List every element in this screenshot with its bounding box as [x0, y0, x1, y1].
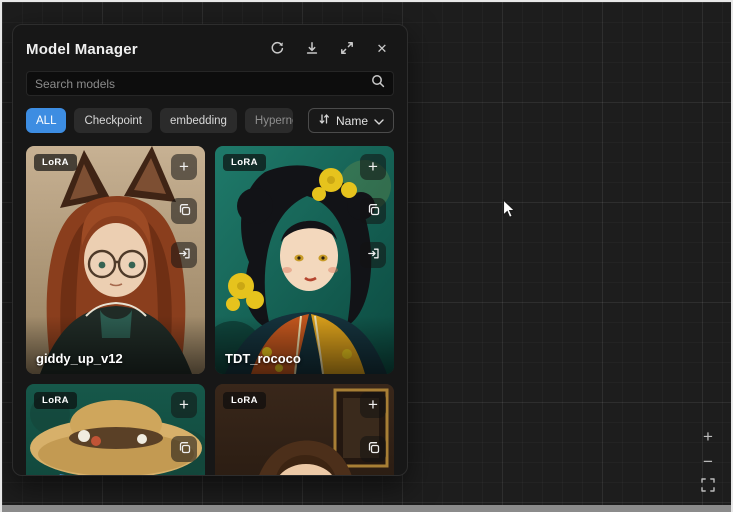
copy-icon	[367, 441, 380, 457]
fit-view-icon	[701, 477, 715, 497]
sort-label: Name	[336, 114, 368, 128]
panel-header: Model Manager ✕	[26, 37, 394, 61]
model-card[interactable]: LoRA +	[215, 384, 394, 476]
load-into-workflow-icon	[367, 247, 380, 263]
model-type-badge: LoRA	[223, 392, 266, 409]
sort-icon	[318, 113, 330, 128]
copy-model-button[interactable]	[360, 198, 386, 224]
close-icon: ✕	[377, 41, 388, 57]
plus-icon: +	[179, 157, 189, 177]
model-type-badge: LoRA	[34, 154, 77, 171]
search-input[interactable]	[35, 77, 371, 91]
copy-icon	[367, 203, 380, 219]
app-window: Model Manager ✕	[0, 0, 733, 512]
canvas-controls: + −	[697, 426, 719, 498]
model-type-badge: LoRA	[223, 154, 266, 171]
expand-button[interactable]	[335, 37, 359, 61]
zoom-out-icon: −	[703, 452, 713, 472]
copy-model-button[interactable]	[171, 436, 197, 462]
add-model-button[interactable]: +	[171, 392, 197, 418]
panel-title: Model Manager	[26, 41, 138, 58]
close-button[interactable]: ✕	[370, 37, 394, 61]
load-into-workflow-icon	[178, 247, 191, 263]
chevron-down-icon	[374, 114, 384, 128]
refresh-button[interactable]	[265, 37, 289, 61]
add-model-button[interactable]: +	[171, 154, 197, 180]
model-card[interactable]: LoRA +	[26, 384, 205, 476]
model-card[interactable]: LoRA + giddy_up_v12	[26, 146, 205, 374]
zoom-out-button[interactable]: −	[697, 451, 719, 473]
add-model-button[interactable]: +	[360, 154, 386, 180]
load-model-button[interactable]	[360, 242, 386, 268]
plus-icon: +	[368, 395, 378, 415]
copy-model-button[interactable]	[171, 198, 197, 224]
model-type-badge: LoRA	[34, 392, 77, 409]
refresh-icon	[270, 41, 284, 58]
download-icon	[305, 41, 319, 58]
search-icon	[371, 74, 385, 93]
model-name: giddy_up_v12	[36, 351, 123, 366]
model-card[interactable]: LoRA + TDT_rococo	[215, 146, 394, 374]
copy-icon	[178, 203, 191, 219]
copy-model-button[interactable]	[360, 436, 386, 462]
zoom-in-icon: +	[703, 427, 713, 447]
panel-header-actions: ✕	[265, 37, 394, 61]
model-card-grid: LoRA + giddy_up_v12	[26, 146, 394, 476]
filter-chip-all[interactable]: ALL	[26, 108, 66, 133]
model-name: TDT_rococo	[225, 351, 301, 366]
horizontal-scrollbar[interactable]	[2, 505, 731, 512]
filter-chip-hypernetwork[interactable]: Hypernetwork	[245, 108, 293, 133]
fit-view-button[interactable]	[697, 476, 719, 498]
plus-icon: +	[179, 395, 189, 415]
plus-icon: +	[368, 157, 378, 177]
expand-icon	[340, 41, 354, 58]
load-model-button[interactable]	[171, 242, 197, 268]
download-button[interactable]	[300, 37, 324, 61]
zoom-in-button[interactable]: +	[697, 426, 719, 448]
copy-icon	[178, 441, 191, 457]
filter-chip-embedding[interactable]: embedding	[160, 108, 237, 133]
search-bar	[26, 71, 394, 96]
filter-chip-checkpoint[interactable]: Checkpoint	[74, 108, 152, 133]
model-manager-panel: Model Manager ✕	[12, 24, 408, 476]
add-model-button[interactable]: +	[360, 392, 386, 418]
sort-dropdown[interactable]: Name	[308, 108, 394, 133]
filter-row: ALL Checkpoint embedding Hypernetwork Na…	[26, 108, 394, 133]
